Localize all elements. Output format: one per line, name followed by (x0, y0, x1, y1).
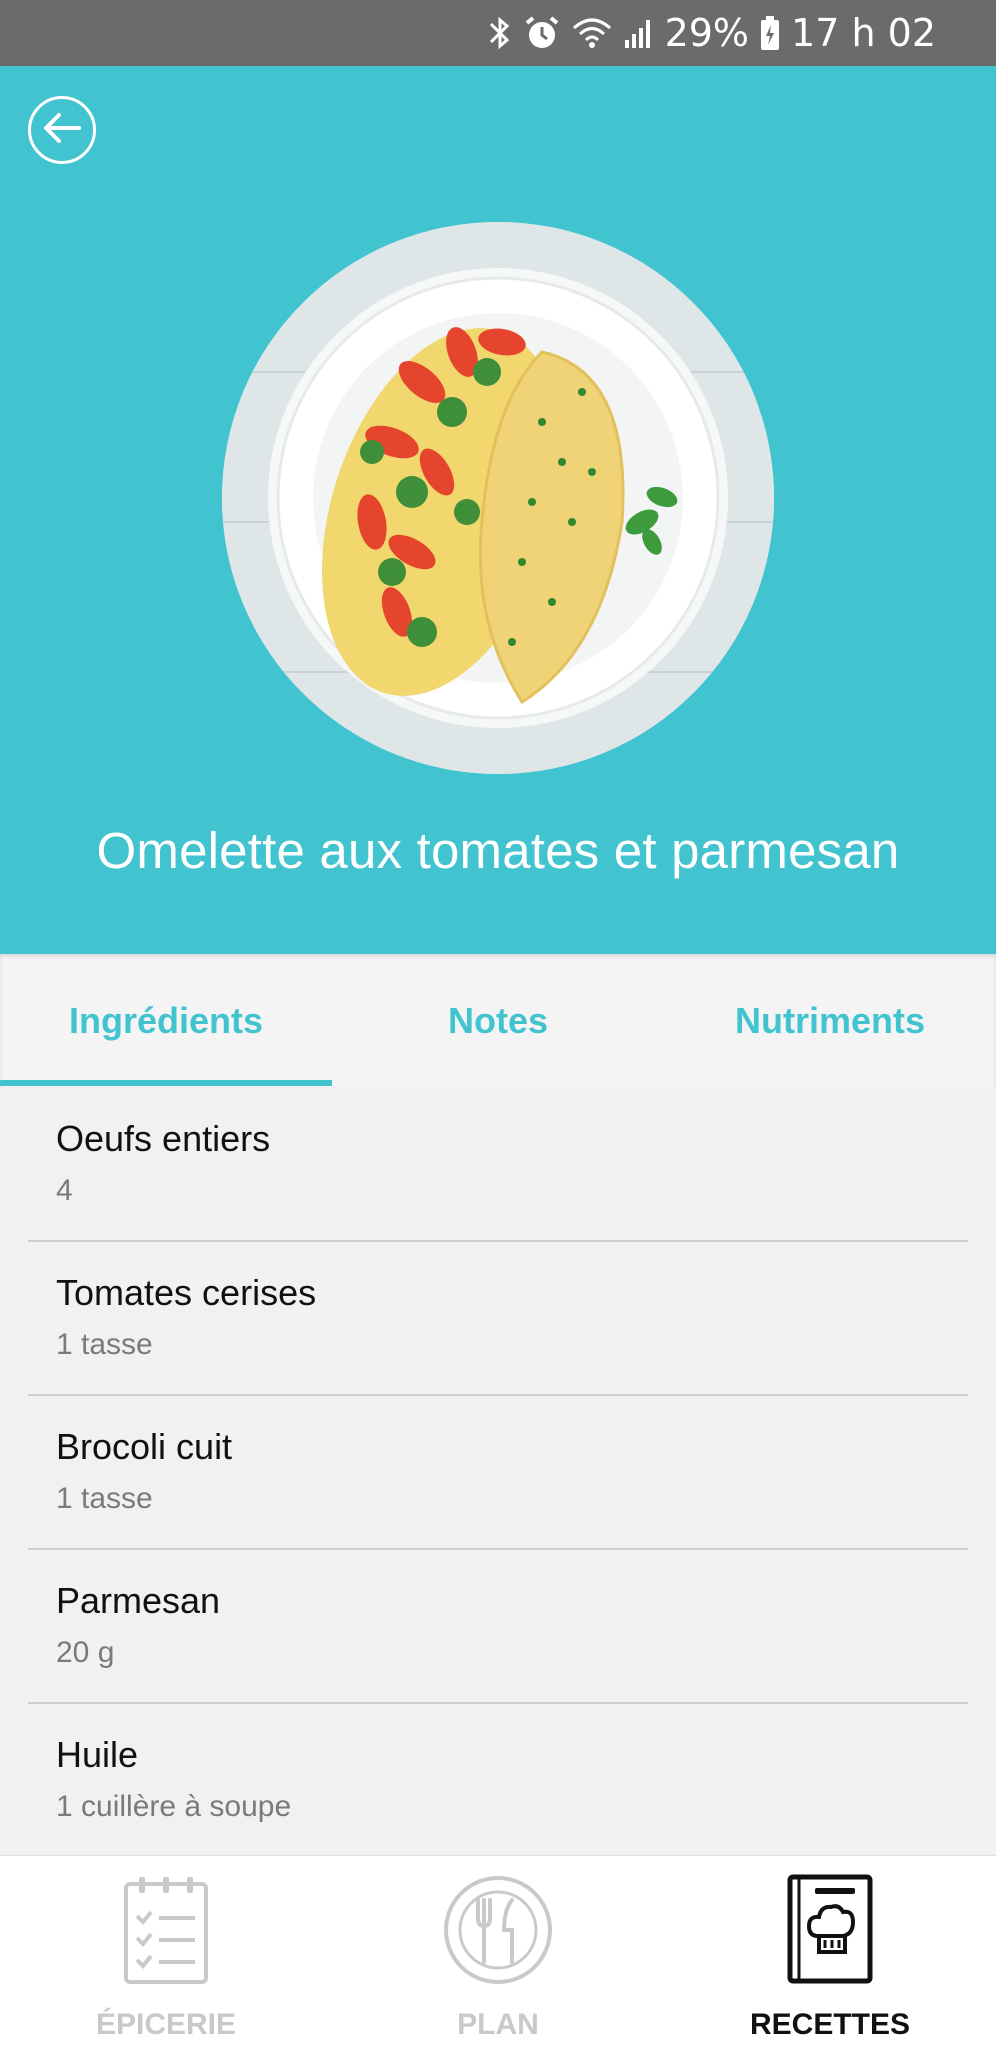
list-item[interactable]: Oeufs entiers 4 (28, 1088, 968, 1242)
status-icons: 29% 17 h 02 (487, 0, 936, 66)
nav-plan[interactable]: PLAN (332, 1856, 664, 2048)
grocery-list-icon (121, 1874, 211, 1991)
recipe-title: Omelette aux tomates et parmesan (96, 822, 900, 879)
bottom-navigation: ÉPICERIE PLAN RECETTES (0, 1855, 996, 2048)
back-button[interactable] (28, 96, 96, 164)
ingredient-name: Oeufs entiers (56, 1118, 271, 1159)
ingredient-quantity: 1 tasse (56, 1482, 153, 1515)
recipe-image (222, 222, 774, 774)
ingredient-name: Tomates cerises (56, 1272, 317, 1313)
tab-nutriments[interactable]: Nutriments (664, 954, 996, 1088)
ingredient-name: Brocoli cuit (56, 1426, 233, 1467)
wifi-icon (571, 16, 613, 50)
ingredient-quantity: 4 (56, 1174, 73, 1207)
tab-ingredients[interactable]: Ingrédients (0, 954, 332, 1088)
nav-label: RECETTES (749, 2008, 911, 2041)
clock: 17 h 02 (791, 11, 936, 55)
status-bar: 29% 17 h 02 (0, 0, 996, 66)
signal-icon (623, 16, 655, 50)
ingredient-quantity: 1 tasse (56, 1328, 153, 1361)
alarm-icon (523, 14, 561, 52)
ingredient-name: Parmesan (56, 1580, 221, 1621)
tab-notes[interactable]: Notes (332, 954, 664, 1088)
battery-percent: 29% (664, 11, 750, 55)
list-item[interactable]: Tomates cerises 1 tasse (28, 1242, 968, 1396)
ingredient-quantity: 1 cuillère à soupe (56, 1790, 292, 1823)
battery-icon (759, 15, 781, 51)
list-item[interactable]: Parmesan 20 g (28, 1550, 968, 1704)
recipe-book-icon (785, 1874, 875, 1991)
list-item[interactable]: Brocoli cuit 1 tasse (28, 1396, 968, 1550)
ingredient-name: Huile (56, 1734, 139, 1775)
tab-bar: Ingrédients Notes Nutriments (0, 954, 996, 1088)
nav-epicerie[interactable]: ÉPICERIE (0, 1856, 332, 2048)
ingredient-quantity: 20 g (56, 1636, 115, 1669)
list-item[interactable]: Huile 1 cuillère à soupe (28, 1704, 968, 1858)
arrow-left-icon (43, 112, 81, 149)
bluetooth-icon (487, 14, 513, 52)
ingredient-list: Oeufs entiers 4 Tomates cerises 1 tasse … (0, 1088, 996, 1854)
nav-recettes[interactable]: RECETTES (664, 1856, 996, 2048)
nav-label: ÉPICERIE (95, 2008, 237, 2041)
active-tab-indicator (0, 1080, 332, 1086)
fork-knife-plate-icon (442, 1874, 554, 1991)
recipe-header: Omelette aux tomates et parmesan (0, 66, 996, 954)
nav-label: PLAN (457, 2008, 539, 2041)
